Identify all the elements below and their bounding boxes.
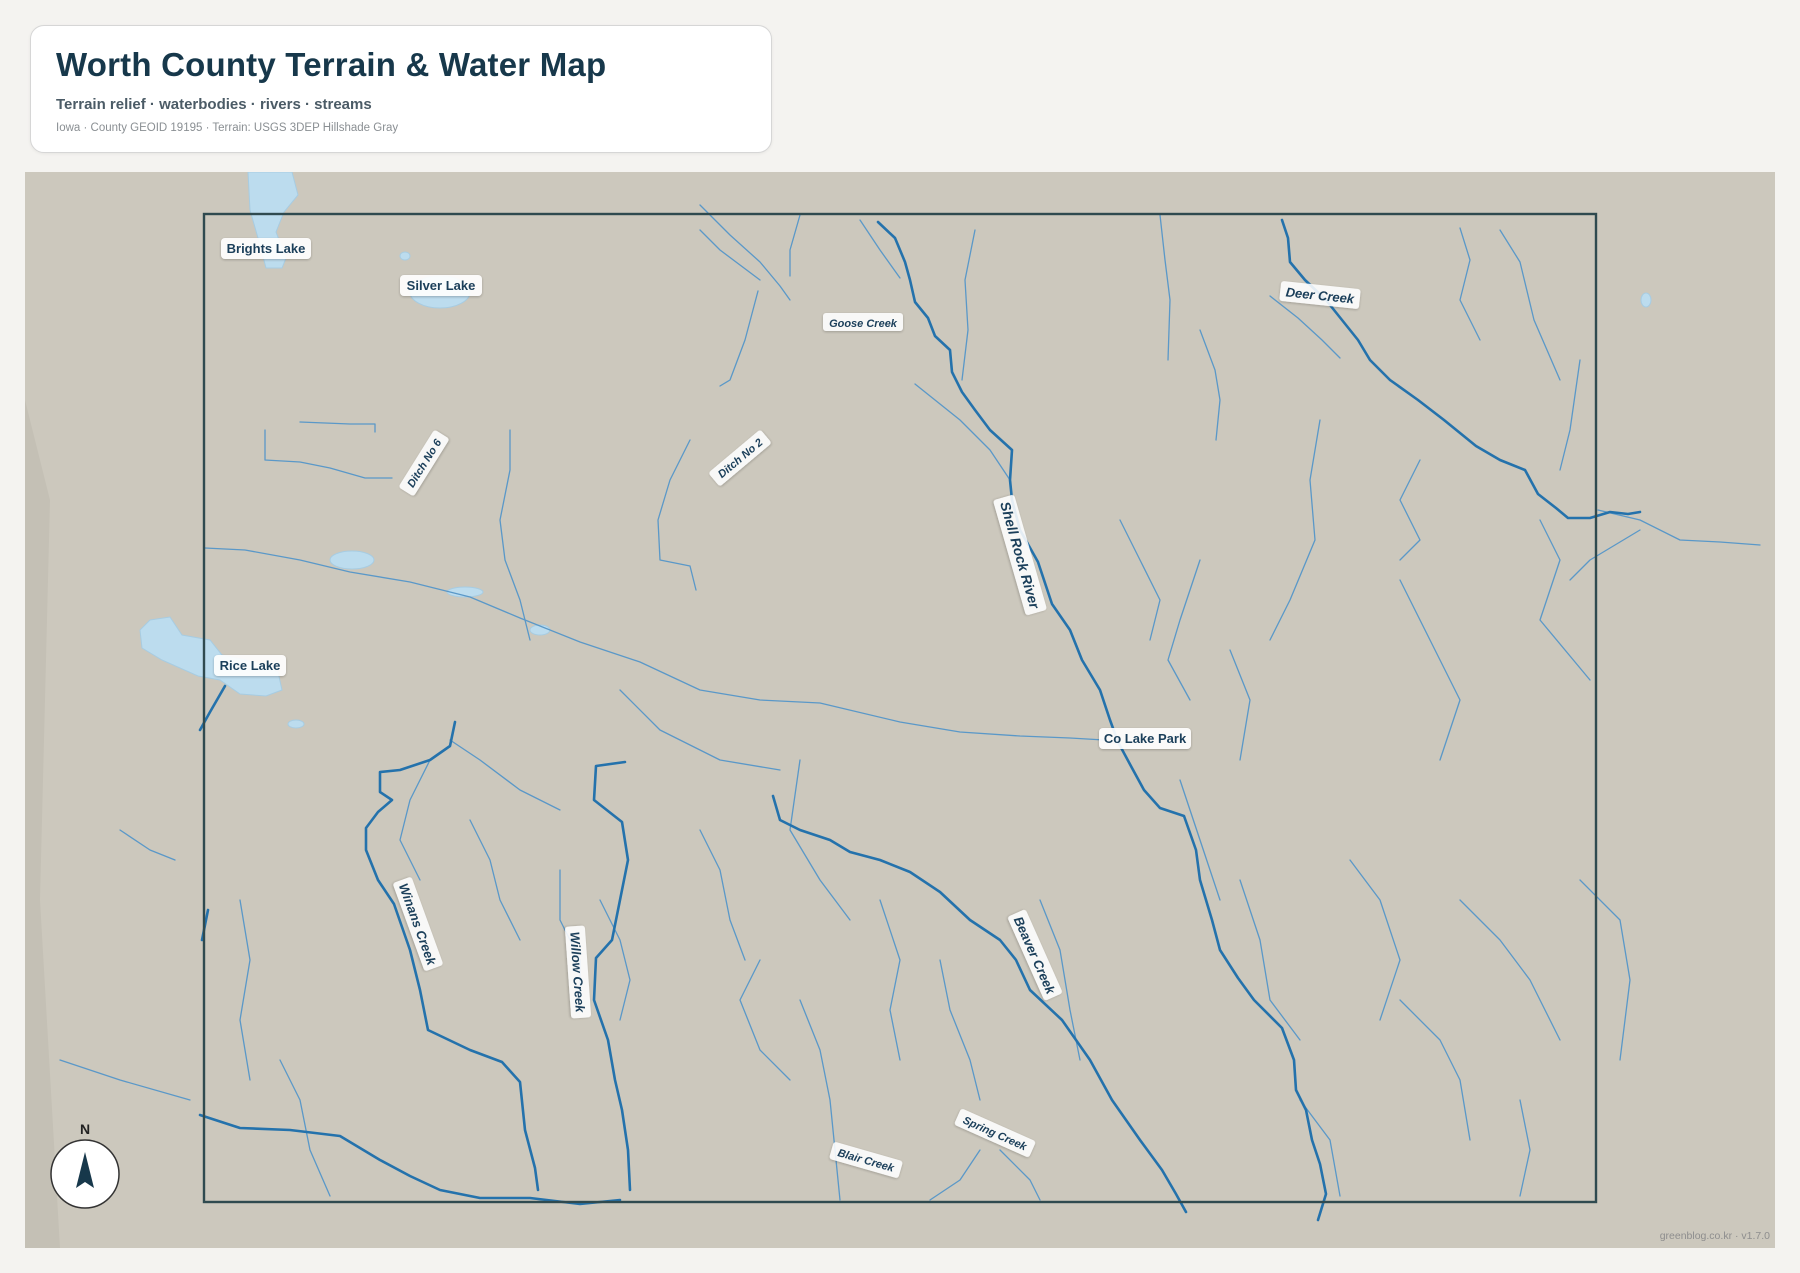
- svg-text:Silver Lake: Silver Lake: [407, 278, 476, 293]
- title-card: Worth County Terrain & Water Map Terrain…: [30, 25, 772, 153]
- marsh-lake-1: [329, 550, 375, 570]
- credit-text: greenblog.co.kr · v1.7.0: [1659, 1230, 1770, 1242]
- svg-text:Co Lake Park: Co Lake Park: [1104, 731, 1187, 746]
- east-pond: [1640, 292, 1652, 308]
- map-meta: Iowa · County GEOID 19195 · Terrain: USG…: [56, 122, 399, 134]
- map-title: Worth County Terrain & Water Map: [56, 46, 607, 83]
- label-silver-lake[interactable]: Silver Lake: [400, 275, 482, 296]
- terrain-background: [25, 172, 1775, 1248]
- label-rice-lake[interactable]: Rice Lake: [214, 655, 286, 676]
- map-canvas[interactable]: Brights Lake Silver Lake Rice Lake Co La…: [25, 172, 1775, 1248]
- small-lake-1: [399, 251, 411, 261]
- label-co-lake-park[interactable]: Co Lake Park: [1099, 728, 1191, 749]
- north-arrow-label: N: [80, 1121, 90, 1137]
- map-svg[interactable]: Brights Lake Silver Lake Rice Lake Co La…: [25, 172, 1775, 1248]
- marsh-lake-4: [287, 719, 305, 729]
- svg-text:Rice Lake: Rice Lake: [220, 658, 281, 673]
- label-goose-creek[interactable]: Goose Creek: [823, 313, 903, 331]
- svg-text:Goose Creek: Goose Creek: [829, 318, 898, 330]
- map-subtitle: Terrain relief · waterbodies · rivers · …: [56, 96, 372, 113]
- svg-text:Brights Lake: Brights Lake: [227, 241, 306, 256]
- label-brights-lake[interactable]: Brights Lake: [221, 238, 311, 259]
